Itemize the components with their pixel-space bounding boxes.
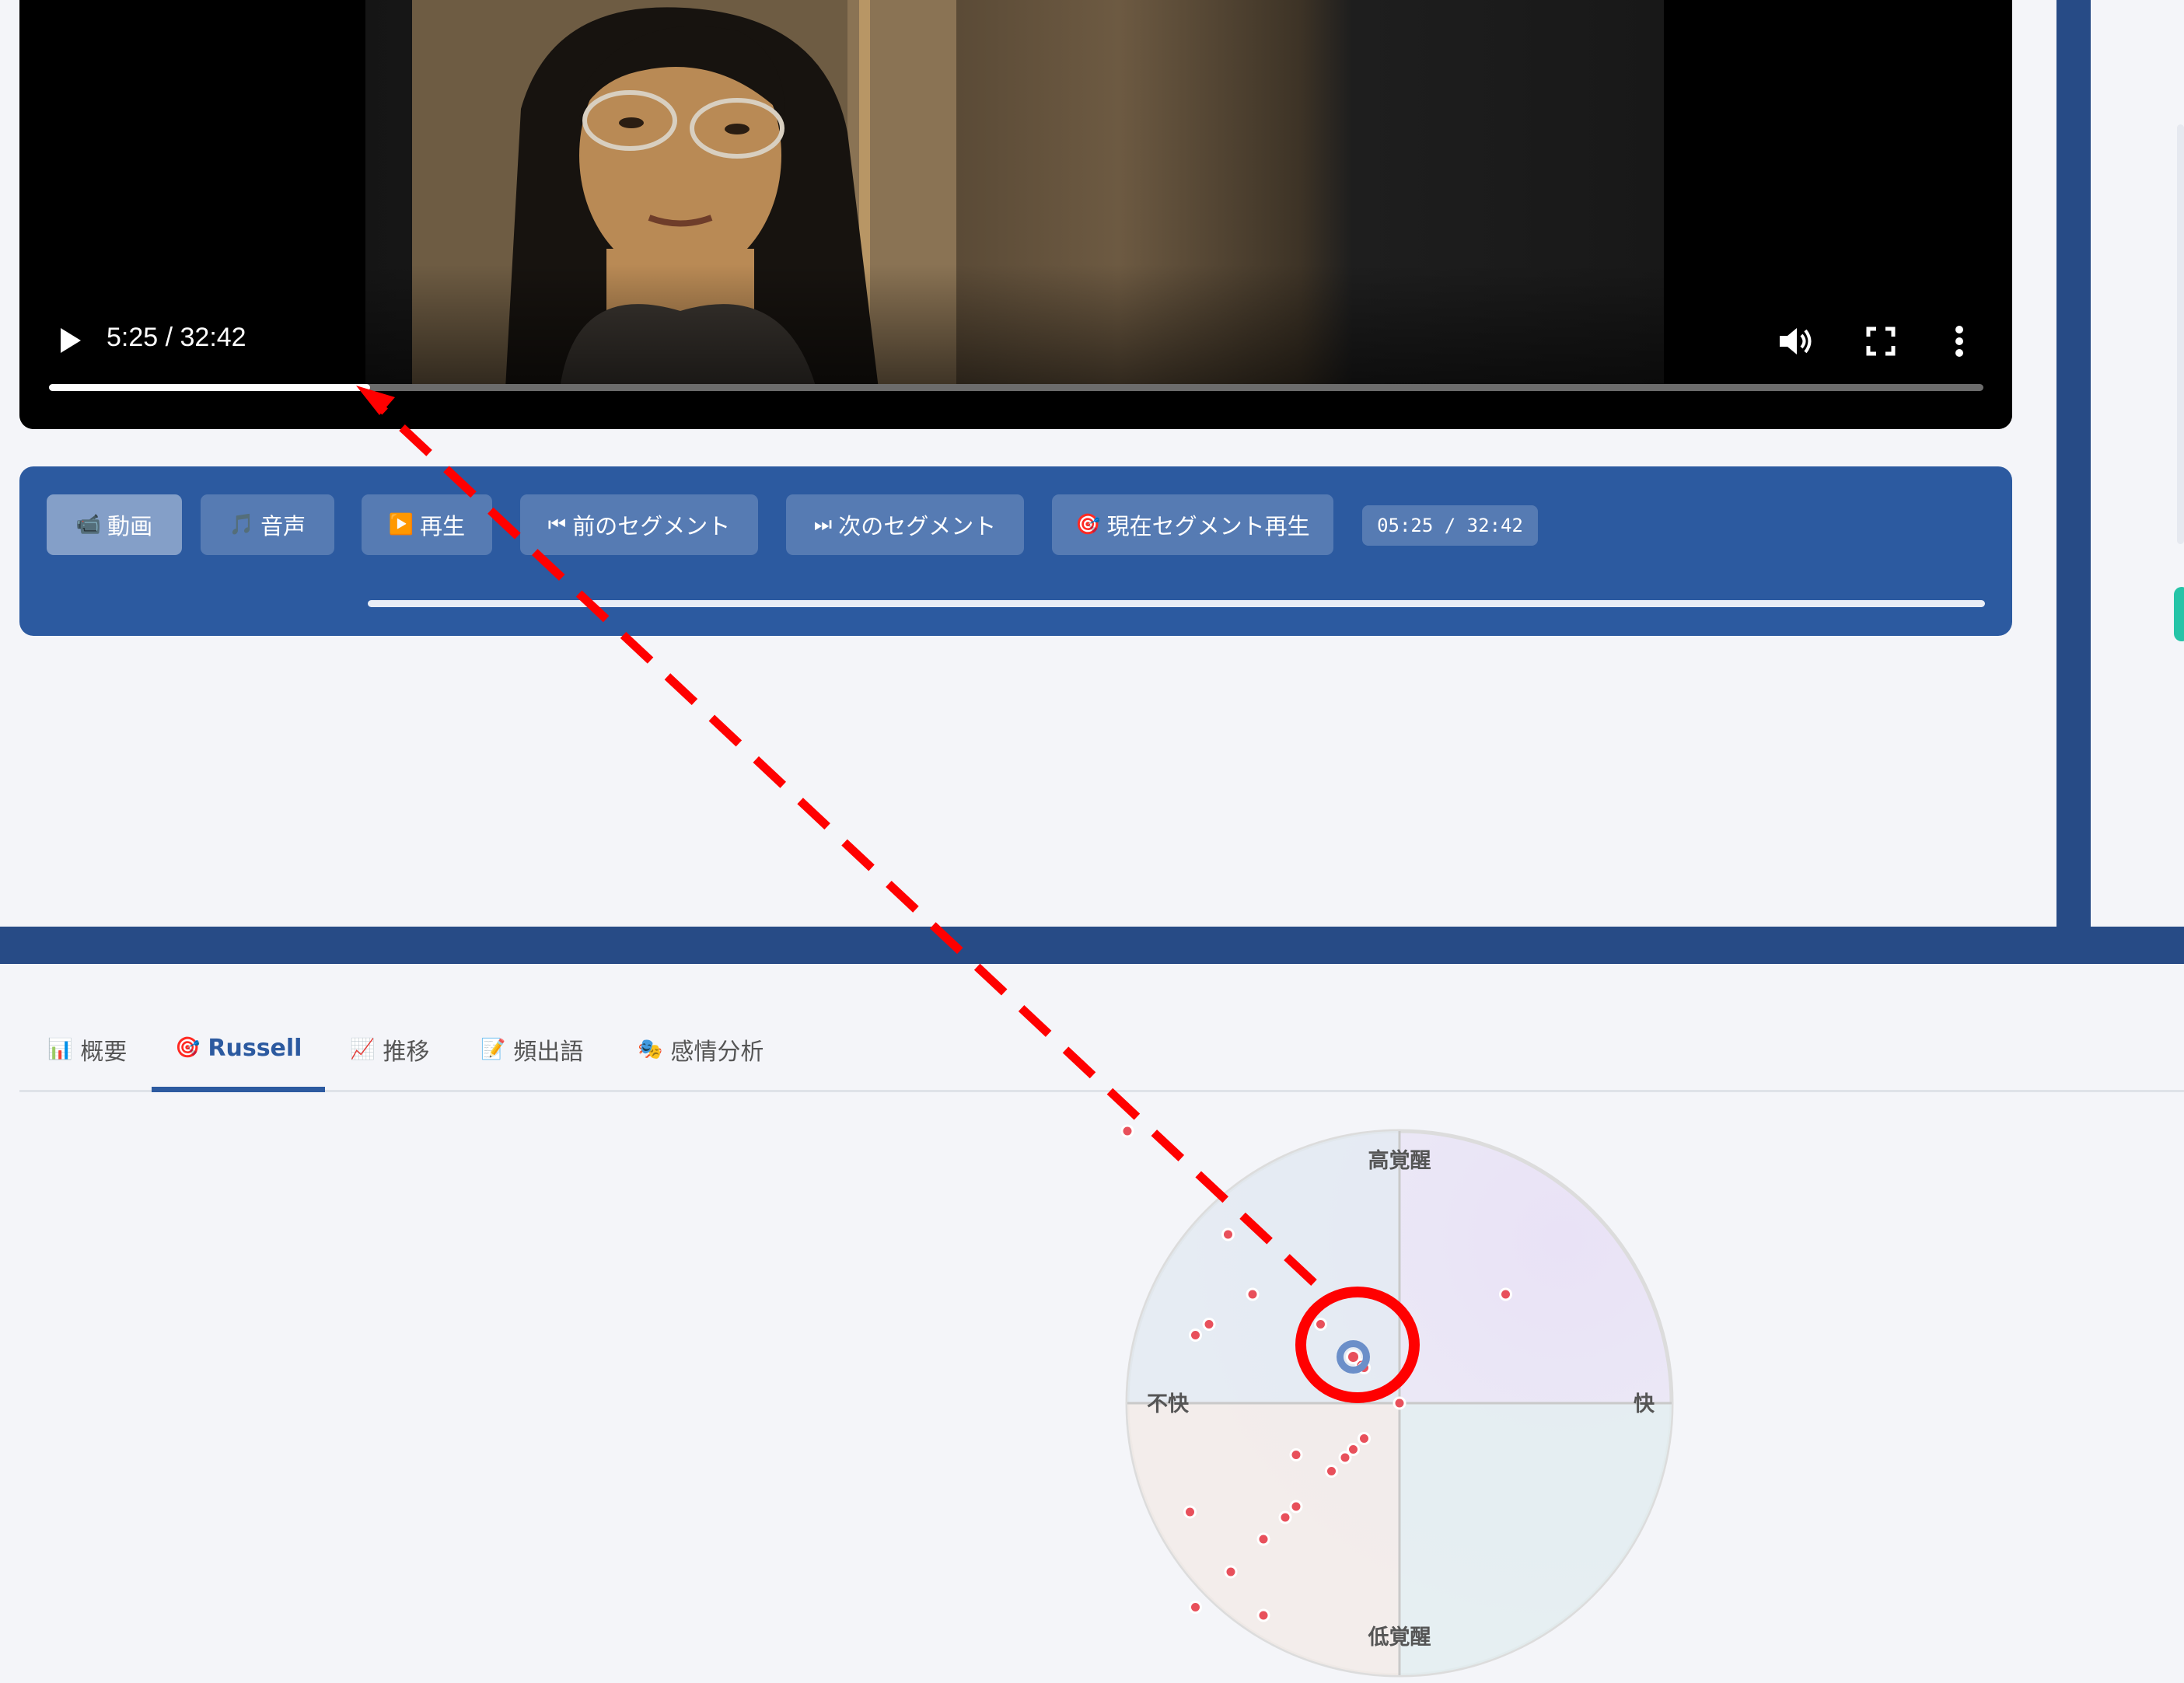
next-segment-button[interactable]: ⏭ 次のセグメント bbox=[786, 494, 1024, 555]
emotion-point[interactable] bbox=[1358, 1432, 1371, 1445]
emotion-point[interactable] bbox=[1189, 1329, 1202, 1342]
emotion-point[interactable] bbox=[1221, 1227, 1235, 1241]
play-current-segment-label: 現在セグメント再生 bbox=[1106, 513, 1310, 539]
side-panel-edge bbox=[2177, 124, 2184, 544]
tab-sentiment-analysis[interactable]: 🎭 感情分析 bbox=[638, 1009, 764, 1090]
emotion-point[interactable] bbox=[1278, 1510, 1292, 1524]
side-panel-toggle[interactable] bbox=[2174, 587, 2184, 641]
russell-circumplex-chart: 高覚醒 低覚醒 不快 快 bbox=[1120, 1124, 1674, 1678]
segment-progress-bar[interactable] bbox=[368, 600, 1985, 607]
play-current-segment-button[interactable]: 🎯 現在セグメント再生 bbox=[1052, 494, 1333, 555]
emotion-point[interactable] bbox=[1289, 1500, 1303, 1514]
emotion-point[interactable] bbox=[1499, 1287, 1512, 1301]
volume-icon[interactable] bbox=[1778, 325, 1814, 358]
emotion-point[interactable] bbox=[1183, 1505, 1197, 1519]
analysis-tab-bar: 📊 概要 🎯 Russell 📈 推移 📝 頻出語 🎭 感情分析 bbox=[19, 1009, 2184, 1092]
play-label: 再生 bbox=[420, 513, 466, 539]
tab-label: 感情分析 bbox=[670, 1039, 764, 1066]
emotion-point[interactable] bbox=[1338, 1451, 1352, 1465]
line-chart-icon: 📈 bbox=[350, 1038, 376, 1061]
tab-label: 頻出語 bbox=[513, 1039, 584, 1066]
target-icon: 🎯 bbox=[1075, 513, 1101, 536]
emotion-point[interactable] bbox=[1393, 1396, 1406, 1410]
unpleasant-label: 不快 bbox=[1147, 1392, 1190, 1416]
side-panel bbox=[2091, 0, 2184, 927]
tab-russell[interactable]: 🎯 Russell bbox=[152, 1009, 326, 1092]
low-arousal-label: 低覚醒 bbox=[1368, 1625, 1431, 1650]
section-divider-bar bbox=[0, 927, 2184, 964]
emotion-point[interactable] bbox=[1289, 1448, 1303, 1461]
prev-segment-button[interactable]: ⏮ 前のセグメント bbox=[520, 494, 758, 555]
skip-back-icon: ⏮ bbox=[547, 512, 567, 536]
emotion-point[interactable] bbox=[1256, 1608, 1270, 1622]
video-controls-overlay bbox=[19, 264, 2012, 429]
audio-mode-label: 音声 bbox=[260, 513, 306, 539]
tab-label: 概要 bbox=[80, 1039, 128, 1066]
video-camera-icon: 📹 bbox=[75, 513, 102, 536]
more-vert-icon[interactable] bbox=[1954, 325, 1965, 358]
tab-frequent-words[interactable]: 📝 頻出語 bbox=[480, 1009, 583, 1090]
bar-chart-icon: 📊 bbox=[47, 1038, 73, 1061]
prev-segment-label: 前のセグメント bbox=[572, 513, 731, 539]
play-icon: ▶️ bbox=[388, 513, 414, 536]
skip-forward-icon: ⏭ bbox=[813, 512, 833, 536]
target-icon: 🎯 bbox=[175, 1036, 201, 1060]
next-segment-label: 次のセグメント bbox=[838, 513, 997, 539]
tab-label: 推移 bbox=[383, 1039, 430, 1066]
video-mode-button[interactable]: 📹 動画 bbox=[47, 494, 182, 555]
audio-mode-button[interactable]: 🎵 音声 bbox=[201, 494, 334, 555]
play-button[interactable]: ▶️ 再生 bbox=[362, 494, 492, 555]
panel-divider bbox=[2056, 0, 2091, 964]
emotion-point[interactable] bbox=[1120, 1124, 1134, 1138]
video-seek-progress bbox=[49, 384, 370, 391]
current-emotion-point[interactable] bbox=[1346, 1350, 1361, 1364]
emotion-point[interactable] bbox=[1246, 1287, 1260, 1301]
video-seek-bar[interactable] bbox=[49, 384, 1983, 391]
fullscreen-icon[interactable] bbox=[1866, 326, 1896, 356]
masks-icon: 🎭 bbox=[638, 1038, 663, 1061]
tab-trend[interactable]: 📈 推移 bbox=[350, 1009, 429, 1090]
tab-label: Russell bbox=[208, 1034, 302, 1062]
emotion-point[interactable] bbox=[1224, 1565, 1238, 1579]
emotion-point[interactable] bbox=[1314, 1318, 1327, 1331]
tab-overview[interactable]: 📊 概要 bbox=[47, 1009, 127, 1090]
emotion-point[interactable] bbox=[1256, 1532, 1270, 1546]
memo-icon: 📝 bbox=[480, 1038, 506, 1061]
play-icon[interactable] bbox=[54, 325, 86, 356]
playback-control-panel: 📹 動画 🎵 音声 ▶️ 再生 ⏮ 前のセグメント ⏭ 次のセグメント 🎯 現在… bbox=[19, 466, 2012, 636]
video-player[interactable]: 5:25 / 32:42 bbox=[19, 0, 2012, 429]
music-note-icon: 🎵 bbox=[229, 513, 255, 536]
high-arousal-label: 高覚醒 bbox=[1368, 1148, 1431, 1173]
video-mode-label: 動画 bbox=[107, 513, 153, 539]
emotion-point[interactable] bbox=[1325, 1465, 1338, 1478]
pleasant-label: 快 bbox=[1634, 1392, 1655, 1416]
video-time-display: 5:25 / 32:42 bbox=[107, 323, 246, 352]
emotion-point[interactable] bbox=[1189, 1601, 1202, 1614]
emotion-point[interactable] bbox=[1202, 1318, 1216, 1331]
segment-time-badge: 05:25 / 32:42 bbox=[1362, 505, 1538, 546]
